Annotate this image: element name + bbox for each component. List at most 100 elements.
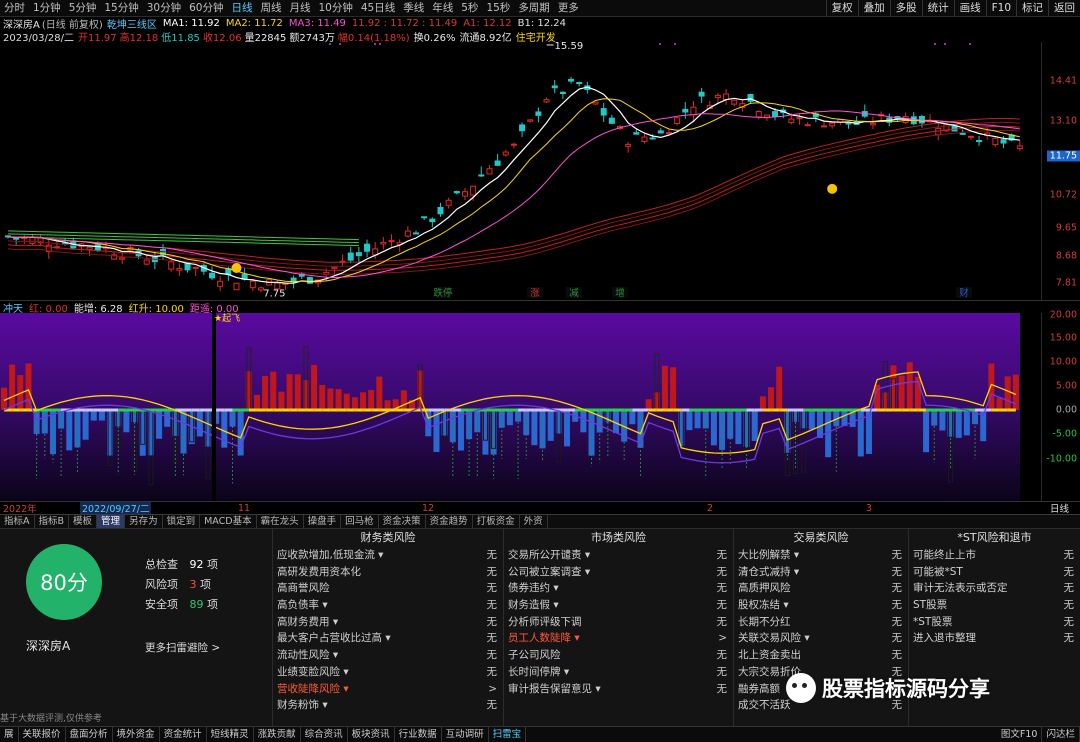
indicator-tab[interactable]: 外资 (520, 515, 548, 528)
candlestick-chart[interactable]: 15.59 7.75 跌停 涨 减 增 财 (0, 42, 1041, 300)
indicator-tab[interactable]: 回马枪 (341, 515, 379, 528)
risk-row[interactable]: 高财务费用 ▾ 无 (273, 614, 503, 631)
toolbar-button[interactable]: 复权 (825, 0, 858, 16)
period-tab[interactable]: 年线 (428, 0, 457, 16)
status-tab[interactable]: 短线精灵 (207, 727, 254, 742)
risk-row[interactable]: 高商誉风险 无 (273, 580, 503, 597)
indicator-tab[interactable]: 模板 (69, 515, 98, 528)
indicator-tab[interactable]: 资金趋势 (426, 515, 473, 528)
event-marker[interactable]: 减 (569, 287, 579, 299)
period-tab[interactable]: 1分钟 (29, 0, 65, 16)
indicator-tab[interactable]: 管理 (97, 515, 126, 528)
indicator-tab[interactable]: MACD基本 (200, 515, 257, 528)
indicator-chart[interactable]: ★起飞 (0, 313, 1041, 501)
status-tab[interactable]: 扫雷宝 (489, 727, 527, 742)
more-scan-link[interactable]: 更多扫雷避险 > (145, 640, 220, 655)
toolbar-button[interactable]: 统计 (921, 0, 954, 16)
risk-row[interactable]: 长期不分红 无 (734, 614, 908, 631)
period-tab[interactable]: 季线 (399, 0, 428, 16)
risk-row[interactable]: 营收陡降风险 ▾ > (273, 681, 503, 698)
period-tab[interactable]: 更多 (554, 0, 583, 16)
indicator-tab[interactable]: 锁定到 (163, 515, 201, 528)
risk-row[interactable]: 进入退市整理 无 (909, 630, 1080, 647)
toolbar-button[interactable]: F10 (985, 0, 1016, 16)
event-marker[interactable]: 增 (615, 287, 625, 299)
risk-row[interactable]: ST股票 无 (909, 597, 1080, 614)
period-tab[interactable]: 45日线 (357, 0, 399, 16)
risk-row[interactable]: 大比例解禁 ▾ 无 (734, 547, 908, 564)
status-tab[interactable]: 关联报价 (19, 727, 66, 742)
risk-row[interactable]: 最大客户占营收比过高 ▾ 无 (273, 630, 503, 647)
risk-row[interactable]: 公司被立案调查 ▾ 无 (504, 564, 733, 581)
risk-row[interactable]: 北上资金卖出 无 (734, 647, 908, 664)
candle-body (176, 268, 183, 271)
toolbar-button[interactable]: 多股 (889, 0, 922, 16)
risk-row[interactable]: 交易所公开谴责 ▾ 无 (504, 547, 733, 564)
risk-row[interactable]: 长时间停牌 ▾ 无 (504, 664, 733, 681)
indicator-title-chongtian[interactable]: 冲天 (0, 301, 23, 314)
period-tab[interactable]: 多周期 (514, 0, 554, 16)
status-tab[interactable]: 涨跌贡献 (254, 727, 301, 742)
indicator-tab[interactable]: 打板资金 (473, 515, 520, 528)
indicator-tab[interactable]: 另存为 (125, 515, 163, 528)
period-tab[interactable]: 5分钟 (65, 0, 101, 16)
status-tab[interactable]: 展 (0, 727, 19, 742)
risk-row[interactable]: 审计报告保留意见 ▾ 无 (504, 681, 733, 698)
event-marker[interactable]: 跌停 (433, 287, 453, 299)
risk-row[interactable]: 员工人数陡降 ▾ > (504, 630, 733, 647)
period-tab[interactable]: 日线 (228, 0, 257, 16)
risk-row[interactable]: 应收款增加,低现金流 ▾ 无 (273, 547, 503, 564)
status-tab[interactable]: 综合资讯 (301, 727, 348, 742)
risk-row[interactable]: 高研发费用资本化 无 (273, 564, 503, 581)
risk-row[interactable]: 分析师评级下调 无 (504, 614, 733, 631)
risk-row[interactable]: 关联交易风险 ▾ 无 (734, 630, 908, 647)
risk-row[interactable]: 可能被*ST 无 (909, 564, 1080, 581)
quote-concept[interactable]: 住宅开发 (516, 30, 556, 43)
period-tab[interactable]: 10分钟 (315, 0, 357, 16)
status-tab[interactable]: 行业数据 (395, 727, 442, 742)
indicator-tab[interactable]: 指标A (0, 515, 35, 528)
stock-name[interactable]: 深深房A (0, 17, 40, 30)
event-marker[interactable]: 涨 (530, 288, 540, 299)
period-tab[interactable]: 60分钟 (185, 0, 227, 16)
risk-row[interactable]: 可能终止上市 无 (909, 547, 1080, 564)
status-tab[interactable]: 境外资金 (113, 727, 160, 742)
status-tab[interactable]: 板块资讯 (348, 727, 395, 742)
toolbar-button[interactable]: 叠加 (857, 0, 890, 16)
risk-row[interactable]: 股权冻结 ▾ 无 (734, 597, 908, 614)
status-tab[interactable]: 盘面分析 (66, 727, 113, 742)
indicator-name[interactable]: 乾坤三线区 (107, 17, 157, 30)
period-tab[interactable]: 分时 (0, 0, 29, 16)
status-tab[interactable]: 资金统计 (160, 727, 207, 742)
indicator-tab[interactable]: 操盘手 (304, 515, 342, 528)
indicator-tab[interactable]: 指标B (35, 515, 70, 528)
status-tab[interactable]: 互动调研 (442, 727, 489, 742)
toolbar-button[interactable]: 画线 (953, 0, 986, 16)
status-right-button[interactable]: 图文F10 (997, 727, 1043, 742)
period-tab[interactable]: 5秒 (457, 0, 482, 16)
period-tab[interactable]: 30分钟 (143, 0, 185, 16)
risk-row[interactable]: 财务造假 ▾ 无 (504, 597, 733, 614)
toolbar-button[interactable]: 返回 (1048, 0, 1080, 16)
indicator-tab[interactable]: 资金决策 (379, 515, 426, 528)
risk-row[interactable]: 债券违约 ▾ 无 (504, 580, 733, 597)
risk-row-status: 无 (486, 699, 498, 712)
risk-row[interactable]: 高质押风险 无 (734, 580, 908, 597)
event-marker[interactable]: 财 (959, 287, 969, 299)
risk-row[interactable]: 高负债率 ▾ 无 (273, 597, 503, 614)
period-tab[interactable]: 15分钟 (100, 0, 142, 16)
risk-row[interactable]: 流动性风险 ▾ 无 (273, 647, 503, 664)
indicator-tab[interactable]: 霸在龙头 (257, 515, 304, 528)
period-tab[interactable]: 周线 (257, 0, 286, 16)
period-tab[interactable]: 15秒 (482, 0, 514, 16)
risk-row[interactable]: 子公司风险 无 (504, 647, 733, 664)
risk-row[interactable]: 业绩变脸风险 ▾ 无 (273, 664, 503, 681)
risk-row[interactable]: 财务粉饰 ▾ 无 (273, 697, 503, 714)
risk-row[interactable]: 清仓式减持 ▾ 无 (734, 564, 908, 581)
risk-row[interactable]: *ST股票 无 (909, 614, 1080, 631)
status-right-button[interactable]: 闪达栏 (1042, 727, 1080, 742)
risk-row[interactable]: 审计无法表示或否定 无 (909, 580, 1080, 597)
time-period-label[interactable]: 日线 (1050, 502, 1069, 514)
toolbar-button[interactable]: 标记 (1016, 0, 1048, 16)
period-tab[interactable]: 月线 (286, 0, 315, 16)
